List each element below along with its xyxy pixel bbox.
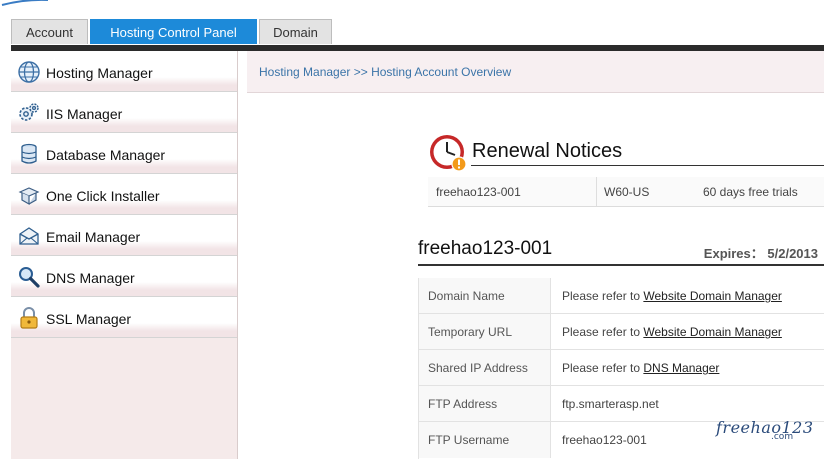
table-row: Domain Name Please refer to Website Doma… — [418, 278, 824, 314]
renewal-title-underline — [471, 165, 824, 166]
sidebar-item-dns-manager[interactable]: DNS Manager — [11, 256, 237, 297]
sidebar: Hosting Manager IIS Manager Database Man… — [11, 51, 238, 459]
sidebar-item-label: IIS Manager — [46, 106, 123, 122]
watermark-sub: .com — [771, 432, 794, 442]
sidebar-item-label: Hosting Manager — [46, 65, 153, 81]
dns-manager-link[interactable]: DNS Manager — [643, 361, 719, 375]
row-key: FTP Username — [428, 433, 510, 447]
renewal-notices-title: Renewal Notices — [472, 140, 623, 162]
globe-icon — [18, 61, 40, 83]
row-key: FTP Address — [428, 397, 498, 411]
row-key: Shared IP Address — [428, 361, 528, 375]
sidebar-item-hosting-manager[interactable]: Hosting Manager — [11, 51, 237, 92]
table-row: FTP Address ftp.smarterasp.net — [418, 386, 824, 422]
package-icon — [18, 187, 40, 206]
sidebar-item-label: Database Manager — [46, 147, 166, 163]
row-value: Please refer to Website Domain Manager — [562, 289, 782, 303]
sidebar-item-iis-manager[interactable]: IIS Manager — [11, 92, 237, 133]
tab-hosting-control-panel[interactable]: Hosting Control Panel — [90, 19, 257, 44]
alarm-clock-icon — [430, 135, 467, 172]
watermark: freehao123 — [716, 418, 814, 437]
table-row: Temporary URL Please refer to Website Do… — [418, 314, 824, 350]
sidebar-item-label: SSL Manager — [46, 311, 132, 327]
tab-account[interactable]: Account — [11, 19, 88, 44]
expires-date: Expires： 5/2/2013 — [703, 246, 818, 261]
website-domain-manager-link[interactable]: Website Domain Manager — [643, 325, 782, 339]
sidebar-item-email-manager[interactable]: Email Manager — [11, 215, 237, 256]
database-icon — [21, 143, 37, 164]
table-left-border — [418, 278, 419, 459]
row-key: Temporary URL — [428, 325, 513, 339]
lock-icon — [20, 307, 38, 329]
renewal-separator — [596, 177, 597, 206]
gears-icon — [19, 103, 39, 121]
ftp-address-value: ftp.smarterasp.net — [562, 397, 659, 411]
sidebar-item-ssl-manager[interactable]: SSL Manager — [11, 297, 237, 338]
renewal-row: freehao123-001 W60-US 60 days free trial… — [428, 177, 824, 207]
ftp-username-value: freehao123-001 — [562, 433, 647, 447]
sidebar-item-label: DNS Manager — [46, 270, 135, 286]
table-row: Shared IP Address Please refer to DNS Ma… — [418, 350, 824, 386]
account-underline — [418, 264, 824, 266]
tab-domain[interactable]: Domain — [259, 19, 332, 44]
sidebar-item-label: Email Manager — [46, 229, 141, 245]
magnifier-icon — [19, 267, 40, 288]
account-name: freehao123-001 — [418, 238, 553, 259]
row-value: Please refer to DNS Manager — [562, 361, 720, 375]
website-domain-manager-link[interactable]: Website Domain Manager — [643, 289, 782, 303]
breadcrumb[interactable]: Hosting Manager >> Hosting Account Overv… — [259, 65, 511, 79]
row-value: Please refer to Website Domain Manager — [562, 325, 782, 339]
renewal-account: freehao123-001 — [436, 185, 521, 199]
breadcrumb-bar: Hosting Manager >> Hosting Account Overv… — [247, 51, 824, 93]
row-key: Domain Name — [428, 289, 505, 303]
sidebar-item-database-manager[interactable]: Database Manager — [11, 133, 237, 174]
renewal-plan: W60-US — [604, 185, 650, 199]
envelope-icon — [19, 227, 39, 245]
renewal-note: 60 days free trials — [703, 185, 798, 199]
sidebar-item-label: One Click Installer — [46, 188, 160, 204]
logo-swoosh — [1, 0, 48, 6]
main-tabs: Account Hosting Control Panel Domain — [11, 19, 334, 45]
sidebar-item-one-click-installer[interactable]: One Click Installer — [11, 174, 237, 215]
